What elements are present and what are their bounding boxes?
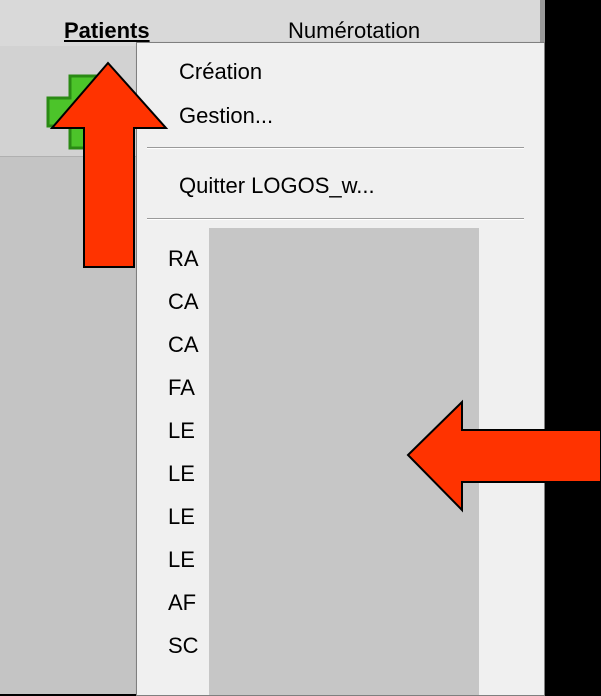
red-arrow-left-icon bbox=[406, 399, 601, 513]
